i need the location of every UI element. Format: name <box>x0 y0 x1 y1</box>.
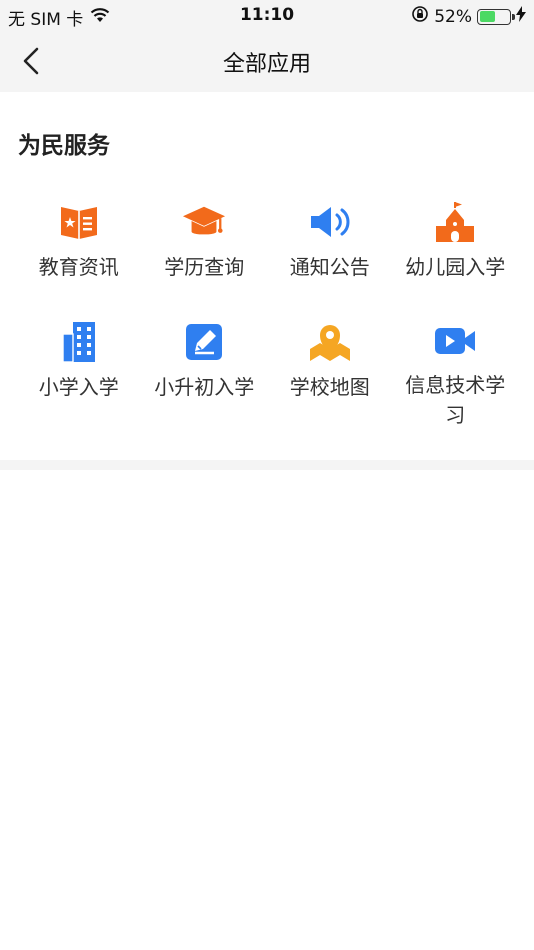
app-label: 通知公告 <box>289 255 370 279</box>
video-icon <box>433 320 477 362</box>
app-item-degree-query[interactable]: 学历查询 <box>142 200 268 310</box>
app-item-kindergarten[interactable]: 幼儿园入学 <box>393 200 519 310</box>
app-item-news[interactable]: 教育资讯 <box>16 200 142 310</box>
graduation-cap-icon <box>182 200 226 244</box>
status-bar: 无 SIM 卡 11:10 52% <box>0 0 534 30</box>
battery-level <box>479 11 495 22</box>
app-label: 教育资讯 <box>38 255 119 279</box>
kindergarten-icon <box>433 200 477 244</box>
section-divider <box>0 460 534 470</box>
section-title: 为民服务 <box>18 133 110 159</box>
building-icon <box>57 320 101 364</box>
app-label: 学校地图 <box>289 375 370 399</box>
app-grid: 教育资讯 学历查询 通知公告 幼儿园入学 小学入学 小升初入学 学校地图 信息技… <box>16 200 518 430</box>
app-item-it-learning[interactable]: 信息技术学习 <box>393 320 519 430</box>
app-label: 小学入学 <box>38 375 119 399</box>
page-title: 全部应用 <box>222 52 311 77</box>
app-label: 信息技术学习 <box>405 373 506 427</box>
app-label: 幼儿园入学 <box>405 255 506 279</box>
app-item-primary-school[interactable]: 小学入学 <box>16 320 142 430</box>
map-pin-icon <box>308 320 352 364</box>
status-right: 52% <box>411 5 526 28</box>
nav-bar: 全部应用 <box>0 30 534 92</box>
app-label: 学历查询 <box>164 255 245 279</box>
speaker-icon <box>308 200 352 244</box>
battery-percent: 52% <box>434 6 472 27</box>
news-icon <box>57 200 101 244</box>
edit-icon <box>182 320 226 364</box>
charging-icon <box>516 6 526 27</box>
app-label: 小升初入学 <box>154 375 255 399</box>
battery-icon <box>477 8 515 25</box>
app-item-notice[interactable]: 通知公告 <box>267 200 393 310</box>
app-item-middle-school[interactable]: 小升初入学 <box>142 320 268 430</box>
orientation-lock-icon <box>411 5 429 28</box>
app-item-school-map[interactable]: 学校地图 <box>267 320 393 430</box>
